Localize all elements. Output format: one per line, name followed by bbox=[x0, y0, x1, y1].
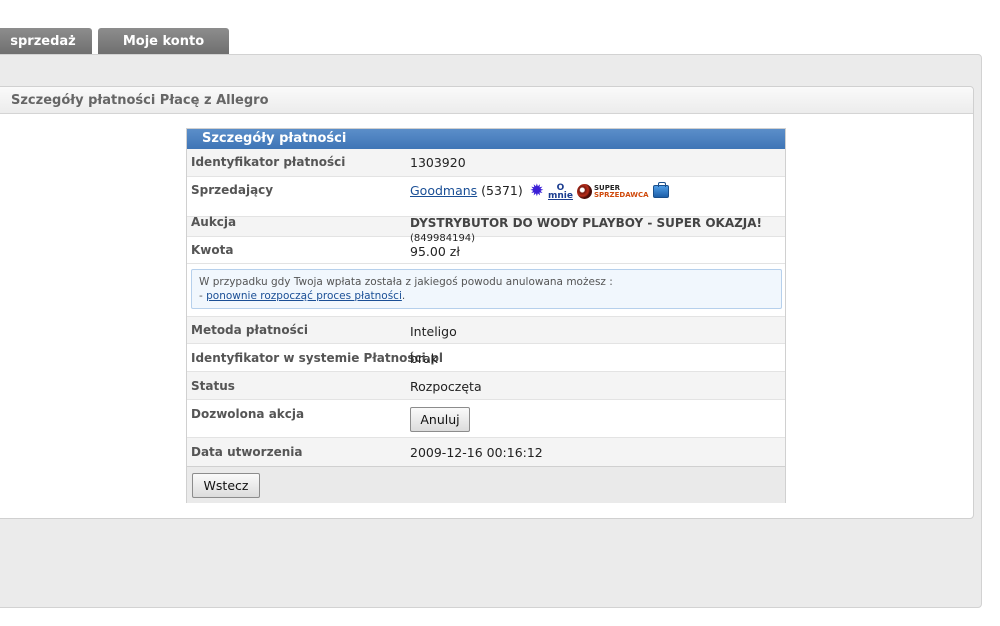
tab-label: Moje konto bbox=[122, 34, 205, 49]
cancel-button[interactable]: Anuluj bbox=[410, 407, 470, 432]
seller-value: Goodmans (5371) ✹ O mnie SUPER SPRZEDAWC… bbox=[410, 181, 669, 201]
notice-action: - ponownie rozpocząć proces płatności. bbox=[199, 289, 774, 303]
row-status: Status Rozpoczęta bbox=[187, 372, 785, 400]
table-header: Szczegóły płatności bbox=[187, 129, 785, 149]
seller-link[interactable]: Goodmans bbox=[410, 183, 477, 198]
value: 1303920 bbox=[410, 155, 466, 170]
super-bottom: SPRZEDAWCA bbox=[593, 190, 649, 199]
row-method: Metoda płatności Inteligo bbox=[187, 317, 785, 344]
tab-label: sprzedaż bbox=[10, 34, 76, 49]
label: Dozwolona akcja bbox=[191, 407, 305, 421]
row-auction: Aukcja DYSTRYBUTOR DO WODY PLAYBOY - SUP… bbox=[187, 215, 785, 244]
row-seller: Sprzedający Goodmans (5371) ✹ O mnie SUP… bbox=[187, 177, 785, 217]
row-created: Data utworzenia 2009-12-16 00:16:12 bbox=[187, 438, 785, 466]
o-mnie-icon[interactable]: O mnie bbox=[547, 183, 573, 201]
super-sprzedawca-logo bbox=[576, 184, 592, 199]
label: Data utworzenia bbox=[191, 445, 303, 459]
briefcase-icon[interactable] bbox=[652, 182, 669, 198]
notice-text: W przypadku gdy Twoja wpłata została z j… bbox=[199, 276, 613, 288]
o-mnie-bottom: mnie bbox=[547, 190, 573, 201]
label: Kwota bbox=[191, 243, 234, 257]
tab-sprzedaz[interactable]: sprzedaż bbox=[0, 28, 92, 55]
super-sprzedawca-text: SUPER SPRZEDAWCA bbox=[593, 184, 649, 199]
back-button[interactable]: Wstecz bbox=[192, 473, 260, 498]
label: Aukcja bbox=[191, 215, 237, 229]
super-sprzedawca-icon: SUPER SPRZEDAWCA bbox=[576, 184, 649, 199]
label: Sprzedający bbox=[191, 183, 274, 197]
value: 95.00 zł bbox=[410, 244, 460, 259]
value: Inteligo bbox=[410, 324, 457, 339]
row-action: Dozwolona akcja Anuluj bbox=[187, 400, 785, 438]
value: brak bbox=[410, 351, 438, 366]
row-system-id: Identyfikator w systemie Płatności.pl br… bbox=[187, 344, 785, 372]
notice-suffix: . bbox=[401, 290, 406, 302]
label: Status bbox=[191, 379, 235, 393]
tab-moje-konto[interactable]: Moje konto bbox=[98, 28, 229, 55]
panel-title: Szczegóły płatności Płacę z Allegro bbox=[11, 93, 269, 108]
label: Identyfikator płatności bbox=[191, 155, 346, 169]
auction-title: DYSTRYBUTOR DO WODY PLAYBOY - SUPER OKAZ… bbox=[410, 216, 763, 230]
seller-rating: (5371) bbox=[481, 183, 523, 198]
panel-header: Szczegóły płatności Płacę z Allegro bbox=[0, 87, 973, 114]
label: Identyfikator w systemie Płatności.pl bbox=[191, 351, 444, 365]
star-icon: ✹ bbox=[529, 181, 544, 201]
row-notice: W przypadku gdy Twoja wpłata została z j… bbox=[187, 264, 785, 317]
payment-details-table: Szczegóły płatności Identyfikator płatno… bbox=[186, 128, 786, 503]
value: Rozpoczęta bbox=[410, 379, 482, 394]
row-amount: Kwota 95.00 zł bbox=[187, 237, 785, 264]
restart-payment-link[interactable]: ponownie rozpocząć proces płatności bbox=[206, 290, 402, 302]
value: 2009-12-16 00:16:12 bbox=[410, 445, 543, 460]
row-payment-id: Identyfikator płatności 1303920 bbox=[187, 149, 785, 177]
cancelled-payment-notice: W przypadku gdy Twoja wpłata została z j… bbox=[191, 269, 782, 309]
label: Metoda płatności bbox=[191, 323, 308, 337]
table-footer: Wstecz bbox=[187, 466, 785, 503]
seller-badges: ✹ O mnie SUPER SPRZEDAWCA bbox=[529, 181, 669, 201]
